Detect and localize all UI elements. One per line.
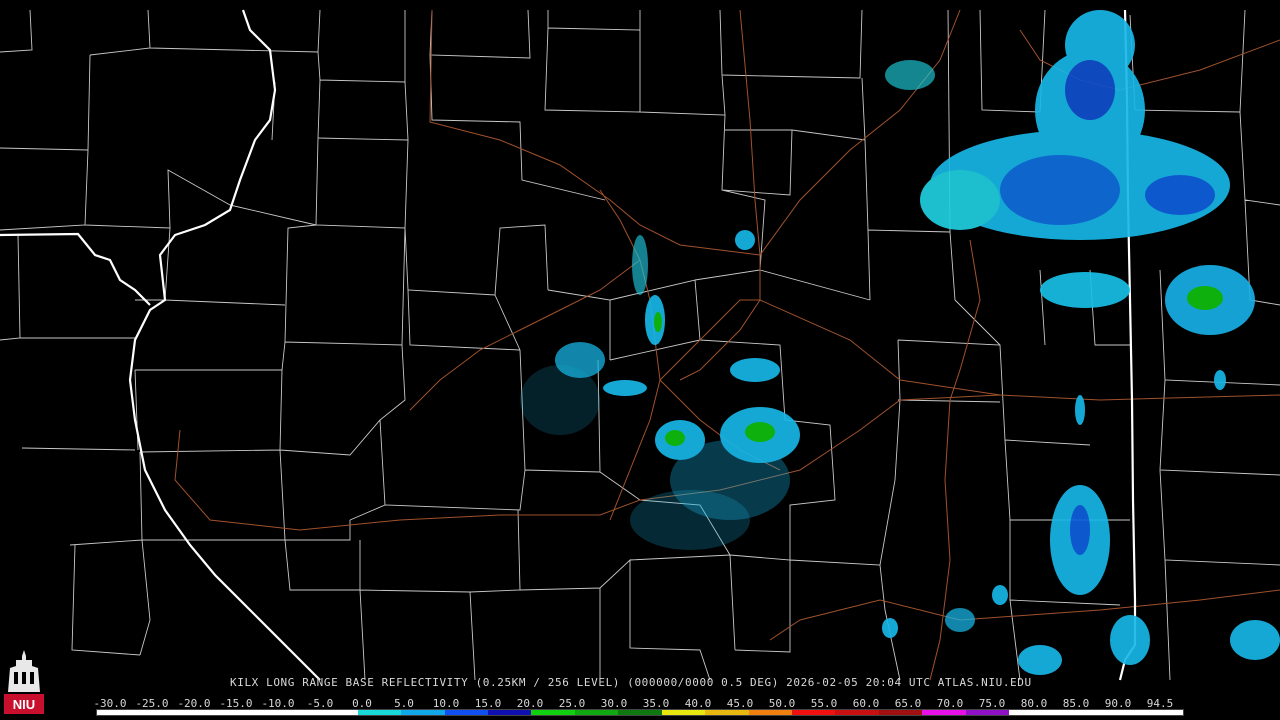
radar-map bbox=[0, 9, 1280, 681]
legend-swatch bbox=[965, 710, 1010, 715]
legend-swatch bbox=[357, 710, 402, 715]
legend-swatch bbox=[835, 710, 879, 715]
legend-swatch bbox=[748, 710, 792, 715]
legend-swatch bbox=[97, 710, 141, 715]
legend-swatch bbox=[487, 710, 532, 715]
legend-swatch bbox=[792, 710, 836, 715]
legend-swatch bbox=[922, 710, 966, 715]
legend-swatch bbox=[444, 710, 488, 715]
legend-swatch bbox=[140, 710, 184, 715]
legend-swatch bbox=[1096, 710, 1140, 715]
legend-swatch bbox=[401, 710, 445, 715]
niu-logo-text: NIU bbox=[13, 697, 35, 712]
legend-swatch bbox=[270, 710, 315, 715]
legend-swatch bbox=[227, 710, 271, 715]
legend-swatch bbox=[878, 710, 923, 715]
legend-tick-labels: -30.0 -25.0 -20.0 -15.0 -10.0 -5.0 0.0 5.0 10.0 1… bbox=[0, 697, 1280, 710]
legend-swatch bbox=[1009, 710, 1053, 715]
legend-swatch bbox=[183, 710, 228, 715]
legend-swatch bbox=[314, 710, 358, 715]
legend-swatch bbox=[661, 710, 706, 715]
reflectivity-color-scale bbox=[96, 709, 1184, 716]
legend-swatch bbox=[1052, 710, 1097, 715]
product-caption: KILX LONG RANGE BASE REFLECTIVITY (0.25K… bbox=[230, 676, 1032, 689]
legend-swatch bbox=[705, 710, 749, 715]
legend-swatch bbox=[618, 710, 662, 715]
niu-tower-icon: NIU bbox=[2, 646, 46, 716]
legend-swatch bbox=[531, 710, 575, 715]
legend-swatch bbox=[1139, 710, 1183, 715]
legend-swatch bbox=[574, 710, 619, 715]
